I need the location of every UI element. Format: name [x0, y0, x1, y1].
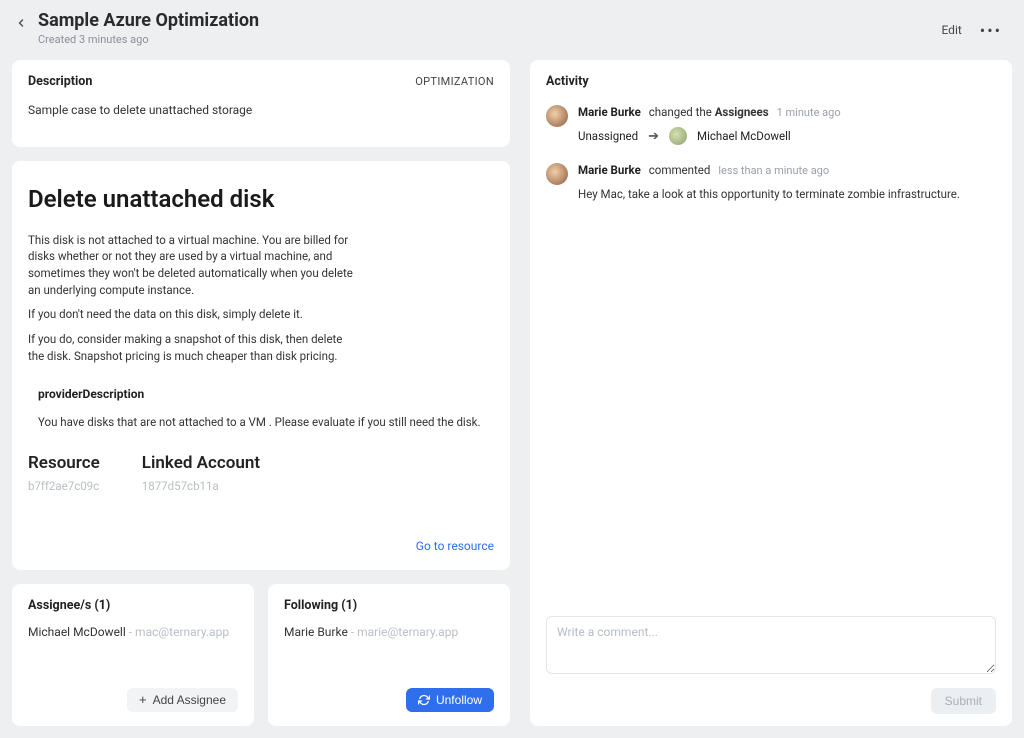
- linked-account-label: Linked Account: [142, 453, 260, 473]
- header-right: Edit •••: [941, 21, 1008, 40]
- assignee-change: Unassigned ➔ Michael McDowell: [578, 127, 996, 145]
- activity-comment: Hey Mac, take a look at this opportunity…: [578, 187, 996, 201]
- chevron-left-icon: [15, 17, 27, 29]
- activity-item: Marie Burke commented less than a minute…: [546, 163, 996, 201]
- resource-row: Resource b7ff2ae7c09c Linked Account 187…: [28, 453, 494, 493]
- opportunity-body: This disk is not attached to a virtual m…: [28, 232, 358, 365]
- header-left: Sample Azure Optimization Created 3 minu…: [12, 10, 259, 46]
- linked-account-block: Linked Account 1877d57cb11a: [142, 453, 260, 493]
- optimization-tag: OPTIMIZATION: [415, 75, 494, 88]
- more-menu-button[interactable]: •••: [974, 21, 1008, 40]
- follower-entry: Marie Burke - marie@ternary.app: [284, 625, 494, 639]
- submit-button[interactable]: Submit: [931, 688, 996, 714]
- provider-description-block: providerDescription You have disks that …: [38, 387, 494, 429]
- assignee-email: mac@ternary.app: [135, 625, 229, 639]
- comment-input[interactable]: [546, 616, 996, 674]
- assignee-name: Michael McDowell: [28, 625, 126, 639]
- assignees-card: Assignee/s (1) Michael McDowell - mac@te…: [12, 584, 254, 726]
- opportunity-title: Delete unattached disk: [28, 185, 494, 214]
- avatar: [546, 105, 568, 127]
- assignee-separator: -: [126, 625, 135, 639]
- opportunity-card: Delete unattached disk This disk is not …: [12, 161, 510, 570]
- page-subtitle: Created 3 minutes ago: [38, 33, 259, 46]
- activity-action: commented: [649, 163, 711, 177]
- description-text: Sample case to delete unattached storage: [28, 103, 494, 117]
- activity-headline: Marie Burke commented less than a minute…: [578, 163, 996, 177]
- resource-label: Resource: [28, 453, 100, 473]
- follower-email: marie@ternary.app: [357, 625, 458, 639]
- resource-value: b7ff2ae7c09c: [28, 479, 100, 493]
- activity-time: less than a minute ago: [718, 164, 829, 177]
- following-card: Following (1) Marie Burke - marie@ternar…: [268, 584, 510, 726]
- resource-block: Resource b7ff2ae7c09c: [28, 453, 100, 493]
- right-column: Activity Marie Burke changed the Assigne…: [530, 60, 1012, 726]
- comment-area: Submit: [546, 616, 996, 714]
- linked-account-value: 1877d57cb11a: [142, 479, 260, 493]
- add-assignee-button[interactable]: + Add Assignee: [127, 688, 238, 712]
- edit-button[interactable]: Edit: [941, 23, 961, 37]
- main-layout: Description OPTIMIZATION Sample case to …: [0, 46, 1024, 738]
- avatar: [546, 163, 568, 185]
- description-title: Description: [28, 74, 92, 89]
- follower-separator: -: [348, 625, 357, 639]
- provider-description-label: providerDescription: [38, 387, 494, 401]
- activity-actor: Marie Burke: [578, 163, 641, 177]
- go-to-resource-row: Go to resource: [28, 539, 494, 554]
- back-button[interactable]: [12, 14, 30, 32]
- activity-title: Activity: [546, 74, 996, 89]
- activity-time: 1 minute ago: [777, 106, 841, 119]
- avatar: [669, 127, 687, 145]
- opportunity-para3: If you do, consider making a snapshot of…: [28, 331, 358, 364]
- activity-card: Activity Marie Burke changed the Assigne…: [530, 60, 1012, 726]
- opportunity-para1: This disk is not attached to a virtual m…: [28, 232, 358, 299]
- left-column: Description OPTIMIZATION Sample case to …: [12, 60, 510, 726]
- assignee-to: Michael McDowell: [697, 129, 791, 143]
- provider-description-text: You have disks that are not attached to …: [38, 415, 494, 429]
- assignee-following-row: Assignee/s (1) Michael McDowell - mac@te…: [12, 584, 510, 726]
- add-assignee-label: Add Assignee: [153, 693, 226, 707]
- unfollow-label: Unfollow: [436, 693, 482, 707]
- description-card: Description OPTIMIZATION Sample case to …: [12, 60, 510, 147]
- unfollow-button[interactable]: Unfollow: [406, 688, 494, 712]
- activity-action: changed the Assignees: [649, 105, 769, 119]
- go-to-resource-link[interactable]: Go to resource: [416, 539, 494, 553]
- activity-headline: Marie Burke changed the Assignees 1 minu…: [578, 105, 996, 119]
- opportunity-para2: If you don't need the data on this disk,…: [28, 306, 358, 323]
- assignee-from: Unassigned: [578, 129, 638, 143]
- page-title: Sample Azure Optimization: [38, 10, 259, 31]
- assignees-title: Assignee/s (1): [28, 598, 238, 613]
- follower-name: Marie Burke: [284, 625, 348, 639]
- activity-item: Marie Burke changed the Assignees 1 minu…: [546, 105, 996, 145]
- page-header: Sample Azure Optimization Created 3 minu…: [0, 0, 1024, 46]
- assignee-entry: Michael McDowell - mac@ternary.app: [28, 625, 238, 639]
- following-title: Following (1): [284, 598, 494, 613]
- plus-icon: +: [139, 693, 147, 706]
- activity-actor: Marie Burke: [578, 105, 641, 119]
- arrow-right-icon: ➔: [648, 129, 659, 144]
- refresh-icon: [418, 694, 430, 706]
